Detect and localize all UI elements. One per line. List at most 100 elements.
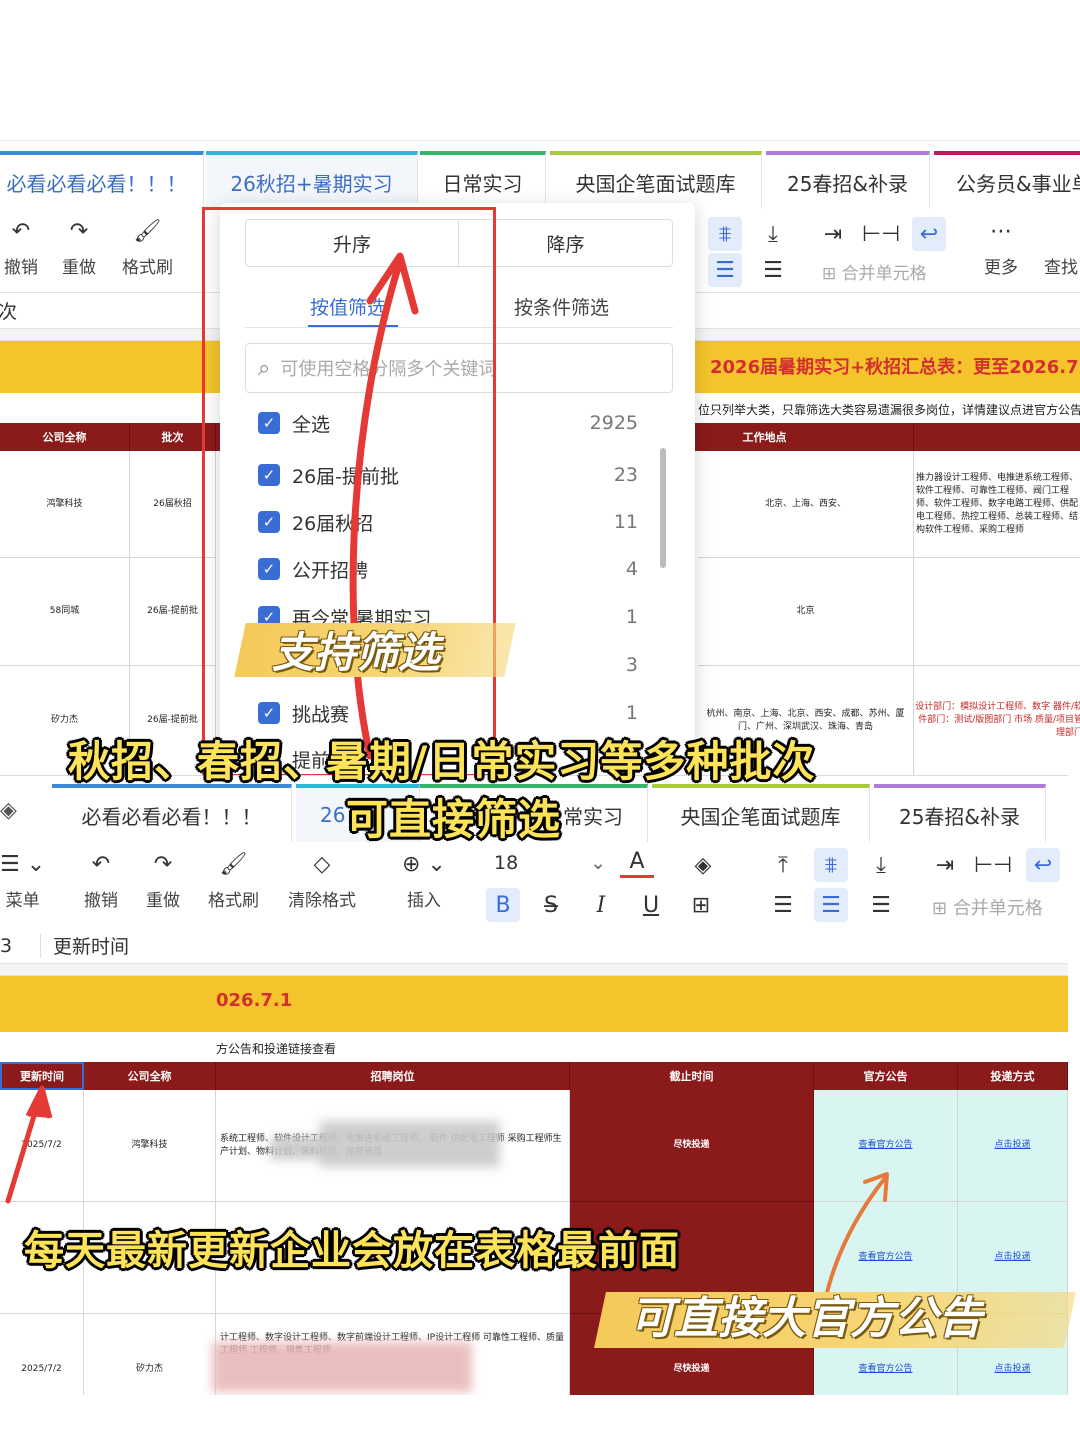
cell-date[interactable]: 2025/7/2 [0,1314,84,1395]
menu-button[interactable]: ☰ ⌄ 菜单 [0,850,45,911]
title-banner: 026.7.1 [216,990,293,1011]
indent-icon[interactable]: ⇥ [928,848,962,882]
menu-icon: ☰ ⌄ [0,852,46,877]
merge-cells-button[interactable]: ⊞ 合并单元格 [822,259,927,284]
layers-icon[interactable]: ◈ [0,798,17,823]
align-middle-icon[interactable]: ⩨ [708,217,742,251]
sheet-tab[interactable]: 25春招&补录 [874,784,1046,842]
redaction-blur [270,1136,330,1160]
arrow-up-annotation [349,252,419,760]
font-size-select[interactable]: 18 ⌄ [494,852,606,874]
find-button[interactable]: 查找 [1044,217,1078,278]
cell-location[interactable]: 北京 [698,558,914,666]
align-middle-icon[interactable]: ⩨ [814,848,848,882]
chevron-down-icon: ⌄ [590,852,606,874]
format-painter-button[interactable]: 🖌 格式刷 [208,850,259,911]
undo-button[interactable]: ↶ 撤销 [84,850,118,911]
header-company[interactable]: 公司全称 [84,1062,216,1090]
align-left-icon[interactable]: ☰ [766,888,800,922]
clear-format-button[interactable]: ◇ 清除格式 [288,850,356,911]
format-painter-button[interactable]: 🖌 格式刷 [122,217,173,278]
more-icon: ⋯ [990,219,1012,244]
header-positions[interactable]: 招聘岗位 [216,1062,570,1090]
cell-jobs[interactable]: 推力器设计工程师、电推进系统工程师、软件工程师、可靠性工程师、阀门工程师、软件工… [914,451,1080,558]
sheet-tab[interactable]: 25春招&补录 [766,151,930,209]
formula-bar[interactable]: 3 更新时间 [0,928,1068,964]
merge-icon: ⊞ [932,898,953,919]
width-icon[interactable]: ⊢⊣ [974,848,1012,882]
title-banner: 2026届暑期实习+秋招汇总表：更至2026.7. [710,357,1080,378]
header-company[interactable]: 公司全称 [0,423,130,451]
undo-button[interactable]: ↶ 撤销 [4,217,38,278]
merge-icon: ⊞ [822,264,842,284]
caption-newest-first: 每天最新更新企业会放在表格最前面 [24,1228,680,1274]
redo-icon: ↷ [69,219,89,244]
redo-icon: ↷ [153,852,173,877]
strikethrough-icon[interactable]: S̶ [534,888,568,922]
plus-circle-icon: ⊕ ⌄ [402,852,446,877]
tab-filter-by-condition[interactable]: 按条件筛选 [514,293,609,320]
caption-official: 可直接大官方公告 [630,1293,982,1344]
underline-icon[interactable]: U [634,888,668,922]
italic-icon[interactable]: I [584,888,618,922]
font-color-icon[interactable]: A [620,848,654,878]
align-right-icon[interactable]: ☰ [864,888,898,922]
width-icon[interactable]: ⊢⊣ [862,217,900,251]
align-center-icon[interactable]: ☰ [708,253,742,287]
header-apply-method[interactable]: 投递方式 [958,1062,1068,1090]
search-icon [1044,217,1078,247]
fill-color-icon[interactable]: ◈ [686,848,720,882]
caption-batches: 秋招、春招、暑期/日常实习等多种批次 [68,737,816,786]
header-official-notice[interactable]: 官方公告 [814,1062,958,1090]
eraser-icon: ◇ [313,852,331,877]
more-button[interactable]: ⋯ 更多 [984,217,1018,278]
spreadsheet-screenshot-top: 必看必看必看！！！ 26秋招+暑期实习 日常实习 央国企笔面试题库 25春招&补… [0,140,1080,775]
cell-company[interactable]: 矽力杰 [84,1314,216,1395]
title-row: 026.7.1 [0,976,1068,1032]
sheet-tab-bar: 必看必看必看！！！ 26秋招+暑期实习 日常实习 央国企笔面试题库 25春招&补… [0,151,1080,209]
cell-company[interactable]: 鸿擎科技 [0,451,130,558]
undo-icon: ↶ [91,852,111,877]
arrow-annotation [5,1085,53,1204]
ribbon-text-filter: 支持筛选 [272,628,441,677]
cell-reference: 3 [0,934,13,957]
scrollbar[interactable] [660,448,666,568]
indent-icon[interactable]: ⇥ [816,217,850,251]
column-ruler [0,964,1068,976]
sheet-tab[interactable]: 央国企笔面试题库 [550,151,762,209]
align-right-icon[interactable]: ☰ [756,253,790,287]
toolbar: ☰ ⌄ 菜单 ↶ 撤销 ↷ 重做 🖌 格式刷 ◇ 清除格式 ⊕ ⌄ 插入 18 ⌄ B S̶ … [0,842,1068,930]
sheet-tab[interactable]: 日常实习 [420,151,546,209]
align-top-icon[interactable]: ⤒ [766,848,800,882]
cell-company[interactable]: 58同城 [0,558,130,666]
sheet-tab[interactable]: 必看必看必看！！！ [52,784,292,842]
apply-link[interactable]: 点击投递 [958,1090,1068,1202]
redo-button[interactable]: ↷ 重做 [62,217,96,278]
paint-brush-icon: 🖌 [133,219,162,244]
align-bottom-icon[interactable]: ⤓ [864,848,898,882]
paint-brush-icon: 🖌 [219,852,248,877]
wrap-text-icon[interactable]: ↩ [912,217,946,251]
align-bottom-icon[interactable]: ⤓ [756,217,790,251]
wrap-text-icon[interactable]: ↩ [1026,848,1060,882]
align-center-icon[interactable]: ☰ [814,888,848,922]
header-deadline[interactable]: 截止时间 [570,1062,814,1090]
bold-icon[interactable]: B [486,888,520,922]
merge-cells-button[interactable]: ⊞ 合并单元格 [932,894,1043,920]
redo-button[interactable]: ↷ 重做 [146,850,180,911]
cell-location[interactable]: 北京、上海、西安、 [698,451,914,558]
undo-icon: ↶ [11,219,31,244]
caption-filter-direct: 可直接筛选 [346,795,562,844]
sheet-tab[interactable]: 公务员&事业单 [934,151,1080,209]
sheet-tab[interactable]: 必看必看必看！！！ [0,151,204,209]
cell-jobs[interactable] [914,558,1080,666]
subtitle-row: 方公告和投递链接查看 [0,1032,1068,1062]
insert-button[interactable]: ⊕ ⌄ 插入 [402,850,446,911]
redaction-blur [212,1342,472,1392]
sheet-tab-active[interactable]: 26秋招+暑期实习 [206,151,418,209]
border-icon[interactable]: ⊞ [684,888,718,922]
cell-company[interactable]: 鸿擎科技 [84,1090,216,1202]
cell-jobs[interactable]: 设计部门：模拟设计工程师、数字 器件/软件部门：测试/版图部门 市场 质量/项目… [914,666,1080,775]
cell-deadline[interactable]: 尽快投递 [570,1090,814,1202]
sheet-tab[interactable]: 央国企笔面试题库 [652,784,870,842]
